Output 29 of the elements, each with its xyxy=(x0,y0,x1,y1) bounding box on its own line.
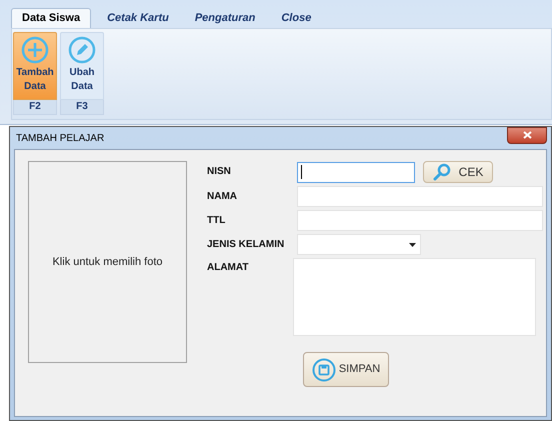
ribbon-tab[interactable]: Pengaturan xyxy=(184,8,266,28)
ribbon-tab[interactable]: Close xyxy=(271,8,322,28)
field-label: NISN xyxy=(207,165,232,179)
close-button[interactable] xyxy=(507,126,547,144)
pencil-icon xyxy=(68,36,96,64)
dropdown-arrow-icon xyxy=(409,242,416,246)
nisn-field[interactable] xyxy=(297,162,415,182)
text-field[interactable] xyxy=(297,210,543,231)
ribbon-tab[interactable]: Data Siswa xyxy=(11,8,92,28)
ribbon-button[interactable]: Tambah Data xyxy=(13,32,57,100)
field-label: TTL xyxy=(207,214,226,228)
field-label: NAMA xyxy=(207,190,238,204)
search-icon xyxy=(432,163,451,181)
photo-picker[interactable]: Klik untuk memilih foto xyxy=(28,161,187,363)
address-field[interactable] xyxy=(293,258,536,336)
close-icon xyxy=(522,131,532,139)
gender-dropdown[interactable] xyxy=(297,234,421,255)
field-label: ALAMAT xyxy=(207,261,250,275)
window-title: TAMBAH PELAJAR xyxy=(15,132,104,146)
ribbon-tab[interactable]: Cetak Kartu xyxy=(97,8,179,28)
save-button[interactable]: SIMPAN xyxy=(303,352,389,387)
plus-icon xyxy=(21,36,49,64)
shortcut-key: F2 xyxy=(13,100,57,115)
text-field[interactable] xyxy=(297,186,543,207)
field-label: JENIS KELAMIN xyxy=(207,238,286,252)
shortcut-key: F3 xyxy=(60,100,104,115)
save-icon xyxy=(312,358,336,382)
check-button[interactable]: CEK xyxy=(423,161,493,183)
ribbon-button[interactable]: Ubah Data xyxy=(60,32,104,100)
